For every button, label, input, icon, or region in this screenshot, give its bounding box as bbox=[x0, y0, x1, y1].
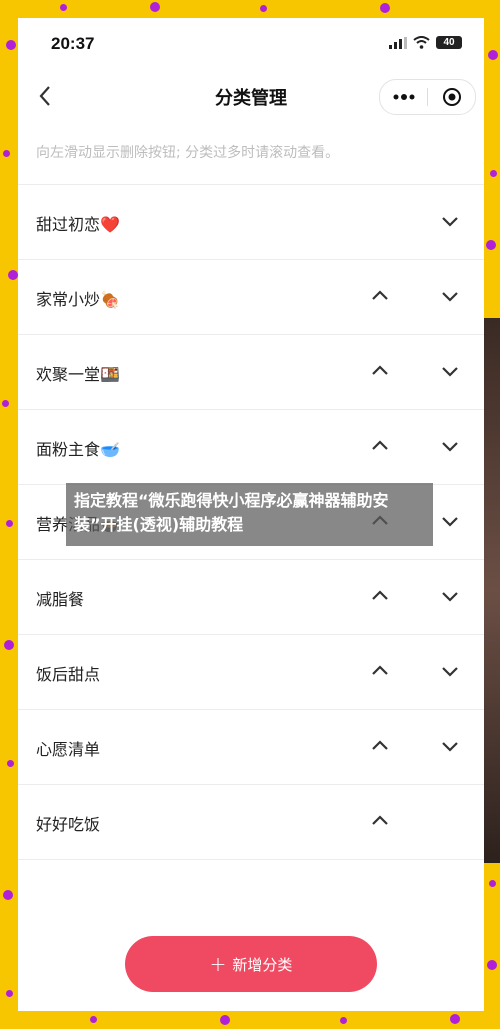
more-dots-icon bbox=[393, 94, 414, 100]
move-down-chevron-icon[interactable] bbox=[438, 284, 462, 308]
move-up-chevron-icon[interactable] bbox=[368, 284, 392, 308]
category-label: 减脂餐 bbox=[36, 590, 85, 609]
category-row[interactable]: 好好吃饭 bbox=[18, 784, 484, 860]
more-button[interactable] bbox=[380, 80, 427, 114]
move-up-chevron-icon[interactable] bbox=[368, 434, 392, 458]
status-icons: 40 bbox=[389, 36, 462, 49]
miniprogram-capsule bbox=[379, 79, 476, 115]
wifi-icon bbox=[413, 36, 430, 49]
category-row[interactable]: 减脂餐 bbox=[18, 559, 484, 634]
move-down-chevron-icon[interactable] bbox=[438, 434, 462, 458]
overlay-banner: 指定教程“微乐跑得快小程序必赢神器辅助安装”开挂(透视)辅助教程 bbox=[66, 483, 433, 546]
category-label: 家常小炒🍖 bbox=[36, 290, 120, 309]
category-row[interactable]: 面粉主食🥣 bbox=[18, 409, 484, 484]
hint-text: 向左滑动显示删除按钮; 分类过多时请滚动查看。 bbox=[36, 145, 340, 161]
category-label: 欢聚一堂🍱 bbox=[36, 365, 120, 384]
move-down-chevron-icon[interactable] bbox=[438, 734, 462, 758]
category-row[interactable]: 饭后甜点 bbox=[18, 634, 484, 709]
status-time: 20:37 bbox=[51, 34, 95, 53]
category-row[interactable]: 家常小炒🍖 bbox=[18, 259, 484, 334]
move-up-chevron-icon[interactable] bbox=[368, 734, 392, 758]
move-up-chevron-icon[interactable] bbox=[368, 809, 392, 833]
status-bar: 20:37 40 bbox=[18, 18, 484, 72]
signal-icon bbox=[389, 36, 407, 49]
close-miniprogram-button[interactable] bbox=[428, 80, 475, 114]
category-row[interactable]: 欢聚一堂🍱 bbox=[18, 334, 484, 409]
target-circle-icon bbox=[442, 88, 461, 106]
category-label: 饭后甜点 bbox=[36, 665, 101, 684]
add-category-button[interactable]: + 新增分类 bbox=[125, 936, 377, 992]
move-down-chevron-icon[interactable] bbox=[438, 209, 462, 233]
battery-icon: 40 bbox=[436, 36, 462, 49]
move-down-chevron-icon[interactable] bbox=[438, 659, 462, 683]
move-down-chevron-icon[interactable] bbox=[438, 359, 462, 383]
category-label: 面粉主食🥣 bbox=[36, 440, 120, 459]
category-label: 好好吃饭 bbox=[36, 815, 101, 834]
move-down-chevron-icon[interactable] bbox=[438, 584, 462, 608]
category-label: 心愿清单 bbox=[36, 740, 101, 759]
category-row[interactable]: 甜过初恋❤️ bbox=[18, 184, 484, 259]
move-up-chevron-icon[interactable] bbox=[368, 584, 392, 608]
move-up-chevron-icon[interactable] bbox=[368, 359, 392, 383]
add-category-label: 新增分类 bbox=[232, 955, 293, 974]
category-row[interactable]: 心愿清单 bbox=[18, 709, 484, 784]
move-up-chevron-icon[interactable] bbox=[368, 659, 392, 683]
plus-icon: + bbox=[209, 952, 227, 976]
category-label: 甜过初恋❤️ bbox=[36, 215, 120, 234]
move-down-chevron-icon[interactable] bbox=[438, 509, 462, 533]
nav-bar: 分类管理 bbox=[18, 74, 484, 118]
